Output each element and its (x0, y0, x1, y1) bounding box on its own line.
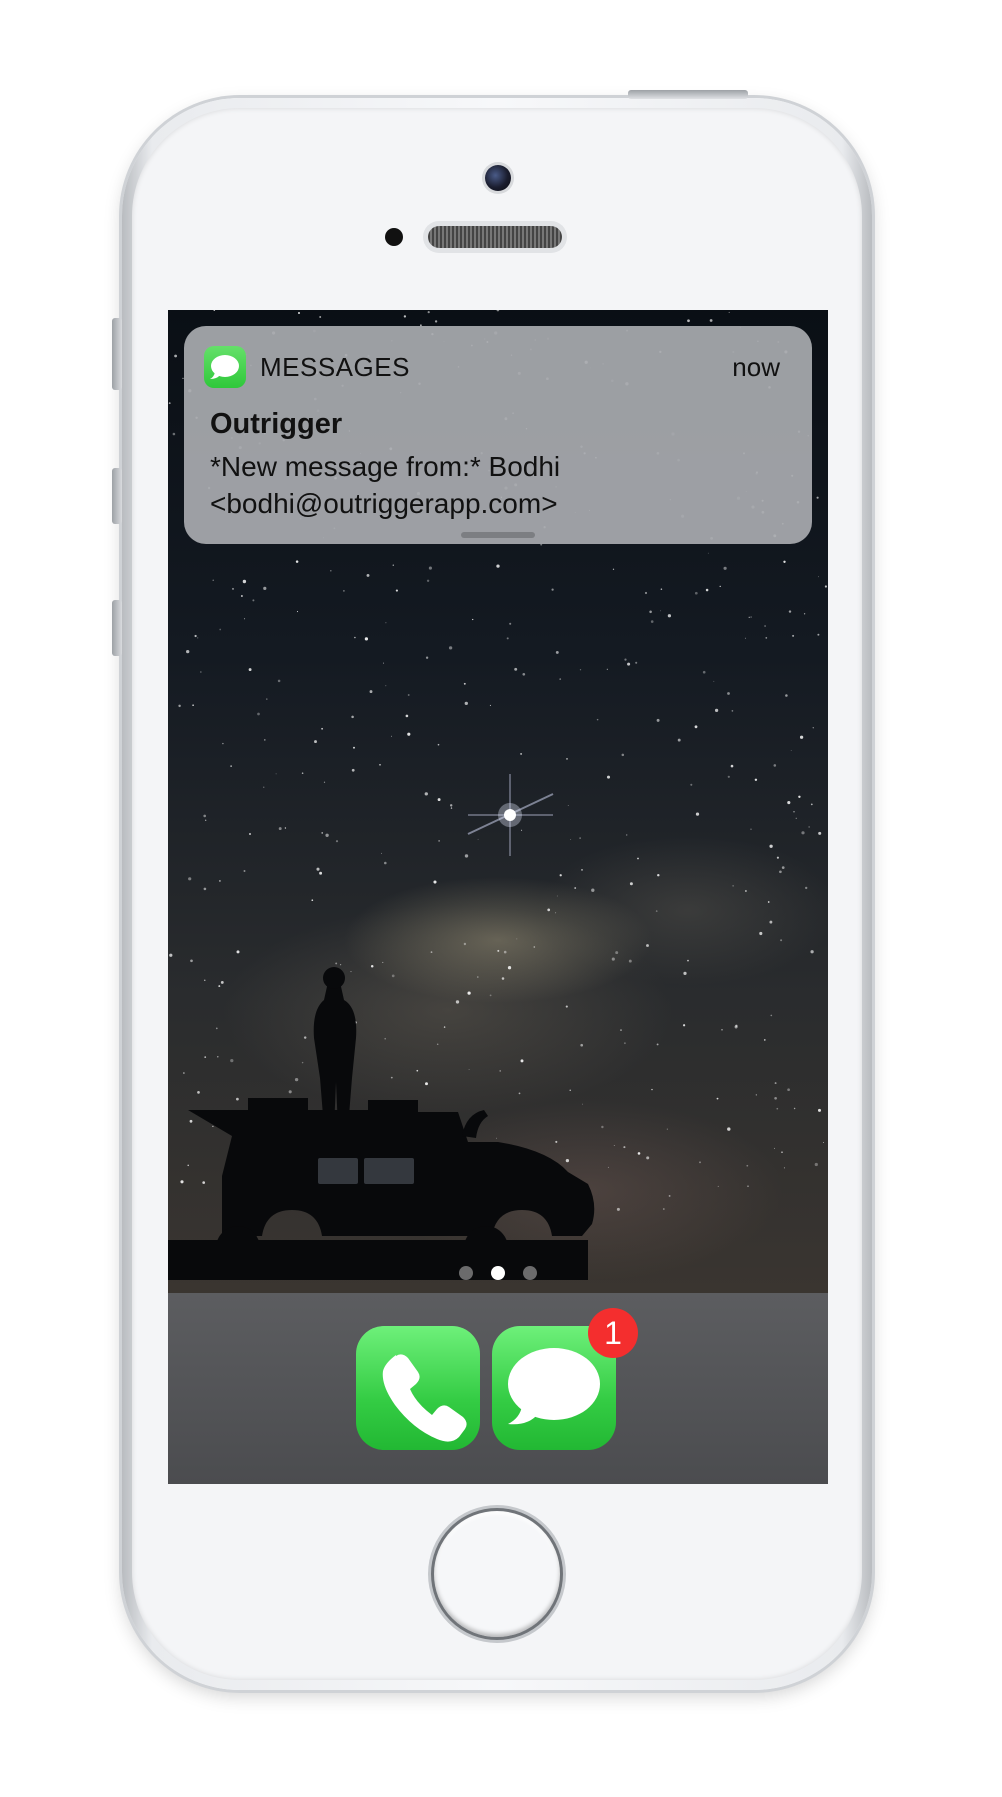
mute-switch[interactable] (112, 318, 122, 390)
proximity-sensor (385, 228, 403, 246)
notification-grabber-handle[interactable] (461, 532, 535, 538)
messages-icon (204, 346, 246, 388)
notification-body-line: *New message from:* Bodhi (210, 451, 561, 482)
volume-down-button[interactable] (112, 600, 122, 656)
silhouette-truck-and-person (168, 967, 595, 1280)
unread-badge: 1 (588, 1308, 638, 1358)
phone-icon (382, 1354, 467, 1442)
phone-screen: MESSAGES now Outrigger *New message from… (168, 310, 828, 1484)
power-button[interactable] (628, 90, 748, 99)
bright-star (467, 774, 554, 856)
home-button[interactable] (431, 1508, 563, 1640)
volume-up-button[interactable] (112, 468, 122, 524)
notification-banner[interactable]: MESSAGES now Outrigger *New message from… (184, 326, 812, 544)
page-indicator[interactable] (168, 1266, 828, 1282)
front-camera (485, 165, 511, 191)
earpiece-speaker (428, 226, 562, 248)
page-dot (459, 1266, 473, 1280)
notification-body-line: <bodhi@outriggerapp.com> (210, 488, 558, 519)
page-dot (523, 1266, 537, 1280)
dock: 1 (168, 1293, 828, 1484)
dock-app-messages[interactable]: 1 (492, 1308, 638, 1450)
page-dot (491, 1266, 505, 1280)
notification-time: now (732, 352, 780, 382)
notification-app-name: MESSAGES (260, 352, 410, 382)
dock-app-phone[interactable] (356, 1326, 480, 1450)
notification-title: Outrigger (210, 408, 343, 440)
notification-body: *New message from:* Bodhi <bodhi@outrigg… (210, 448, 770, 522)
